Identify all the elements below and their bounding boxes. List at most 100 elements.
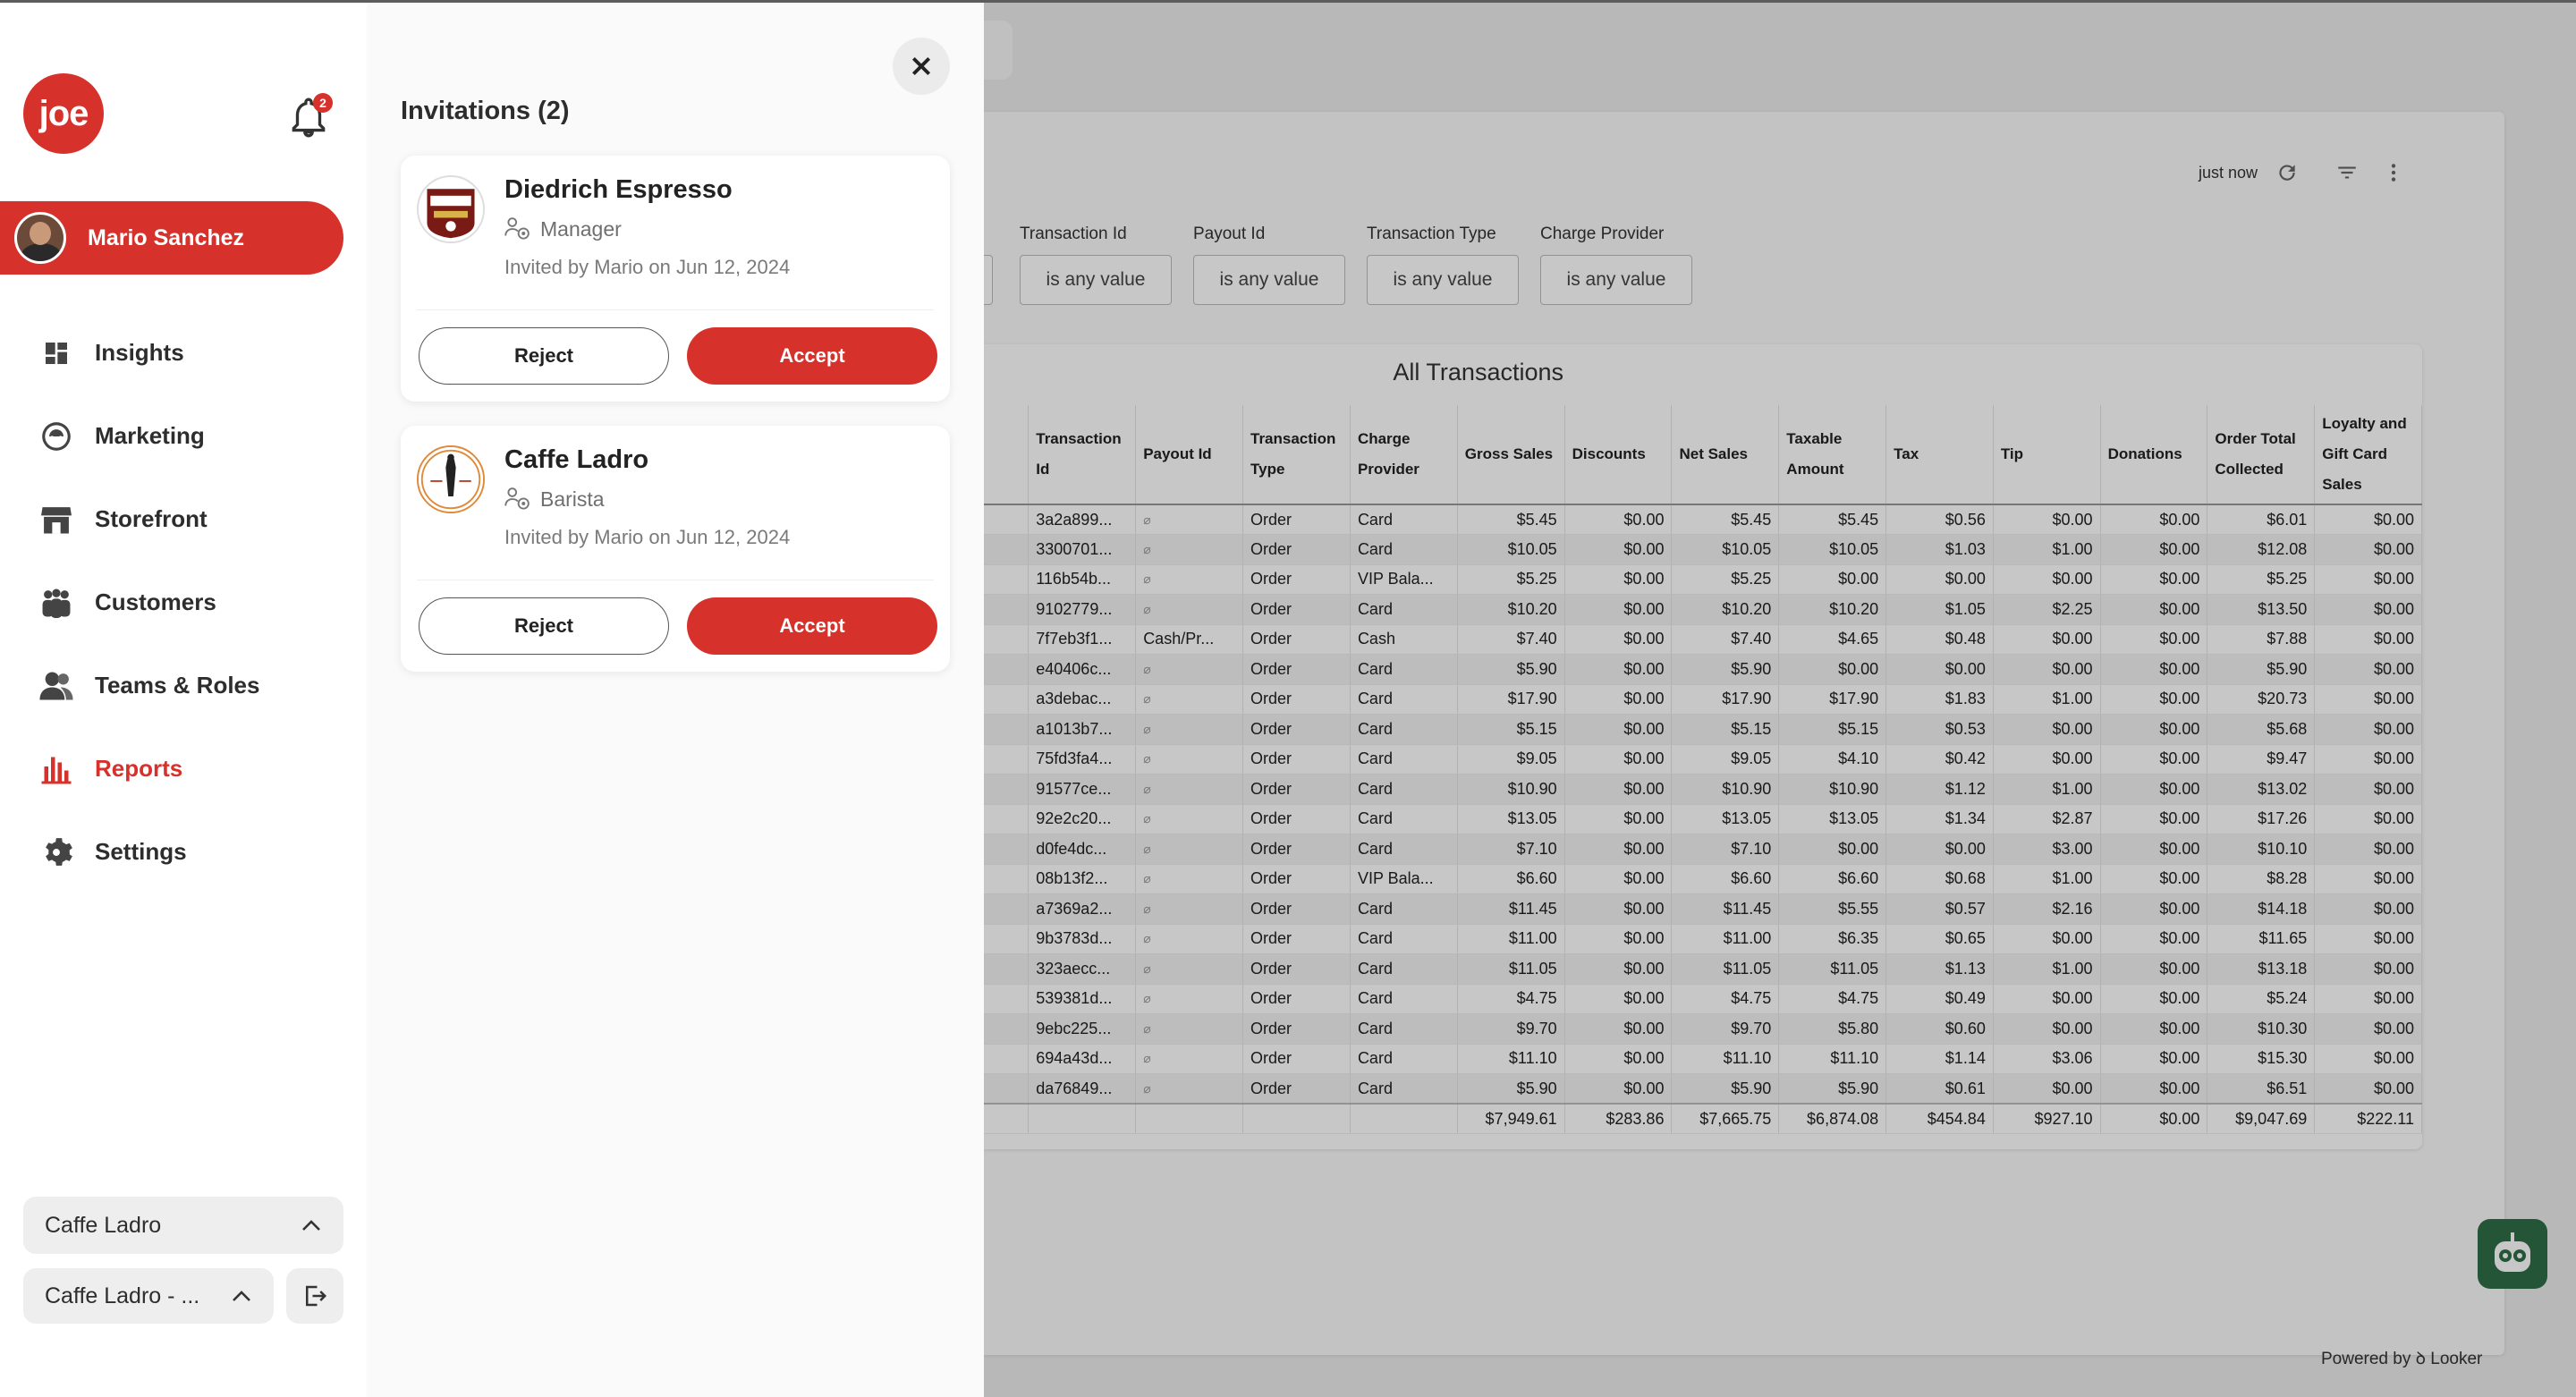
table-row[interactable]: da76849... ⌀ Order Card $5.90 $0.00 $5.90 $5.90… <box>984 1073 2422 1105</box>
column-header[interactable]: Gross Sales <box>1457 405 1565 505</box>
table-row[interactable]: 91577ce... ⌀ Order Card $10.90 $0.00 $10.90 $10… <box>984 774 2422 805</box>
table-cell: $9.05 <box>1671 744 1780 775</box>
column-header[interactable]: Tax <box>1885 405 1994 505</box>
table-row[interactable]: 323aecc... ⌀ Order Card $11.05 $0.00 $11.05 $11… <box>984 953 2422 985</box>
business-select[interactable]: Caffe Ladro <box>23 1197 343 1254</box>
table-cell: $0.00 <box>2100 534 2208 565</box>
sidebar-item-teams-roles[interactable]: Teams & Roles <box>0 644 358 727</box>
table-cell: $0.00 <box>1778 834 1887 865</box>
assistant-bot-button[interactable] <box>2478 1219 2547 1289</box>
column-header[interactable]: Discounts <box>1564 405 1673 505</box>
table-row[interactable]: d0fe4dc... ⌀ Order Card $7.10 $0.00 $7.10 $0.00… <box>984 834 2422 865</box>
column-header[interactable]: Transaction Type <box>1242 405 1351 505</box>
sidebar-item-insights[interactable]: Insights <box>0 311 358 394</box>
table-cell: Card <box>1350 893 1458 925</box>
filter-box-partial[interactable] <box>984 255 993 305</box>
table-cell: $2.16 <box>1993 893 2101 925</box>
more-vertical-icon[interactable] <box>2388 161 2399 184</box>
table-cell: Order <box>1242 774 1351 805</box>
table-cell: $1.00 <box>1993 534 2101 565</box>
sidebar-item-reports[interactable]: Reports <box>0 727 358 810</box>
filter-payout-id[interactable]: is any value <box>1193 255 1345 305</box>
table-row[interactable]: 116b54b... ⌀ Order VIP Bala... $5.25 $0.00 $5.… <box>984 564 2422 595</box>
table-cell: $1.00 <box>1993 774 2101 805</box>
table-cell: $1.14 <box>1885 1044 1994 1074</box>
sidebar-item-storefront[interactable]: Storefront <box>0 478 358 561</box>
table-row[interactable]: 9102779... ⌀ Order Card $10.20 $0.00 $10.20 $10… <box>984 594 2422 625</box>
logout-button[interactable] <box>286 1268 343 1324</box>
table-cell: Card <box>1350 804 1458 834</box>
column-header[interactable]: Payout Id <box>1135 405 1243 505</box>
dropdown-stub[interactable] <box>984 21 1013 80</box>
accept-button[interactable]: Accept <box>687 597 937 655</box>
table-cell-partial <box>984 1013 1030 1045</box>
table-row[interactable]: 7f7eb3f1... Cash/Pr... Order Cash $7.40 $0.00… <box>984 624 2422 655</box>
table-row[interactable]: e40406c... ⌀ Order Card $5.90 $0.00 $5.90 $0.00… <box>984 654 2422 685</box>
table-row[interactable]: a3debac... ⌀ Order Card $17.90 $0.00 $17.90 $17… <box>984 684 2422 715</box>
table-cell: Order <box>1242 684 1351 715</box>
table-row[interactable]: 92e2c20... ⌀ Order Card $13.05 $0.00 $13.05 $13… <box>984 804 2422 834</box>
table-cell: $0.00 <box>2100 594 2208 625</box>
table-cell: $11.10 <box>1671 1044 1780 1074</box>
column-header[interactable]: Donations <box>2100 405 2208 505</box>
table-row[interactable]: 539381d... ⌀ Order Card $4.75 $0.00 $4.75 $4.75… <box>984 984 2422 1014</box>
joe-logo[interactable]: joe <box>23 73 104 154</box>
table-cell: 3300701... <box>1028 534 1137 565</box>
location-select-value: Caffe Ladro - ... <box>45 1283 200 1308</box>
table-cell: $0.00 <box>2100 1013 2208 1045</box>
sidebar-item-settings[interactable]: Settings <box>0 810 358 893</box>
table-cell: $0.60 <box>1885 1013 1994 1045</box>
invitation-card: Caffe Ladro Barista Invited by Mario on … <box>401 426 950 672</box>
sidebar-item-customers[interactable]: Customers <box>0 561 358 644</box>
table-cell: ⌀ <box>1135 924 1243 954</box>
business-name: Caffe Ladro <box>504 445 649 474</box>
table-row[interactable]: 3a2a899... ⌀ Order Card $5.45 $0.00 $5.45 $5.45… <box>984 504 2422 535</box>
table-cell: $0.00 <box>2314 1073 2422 1105</box>
table-cell: $0.00 <box>2314 1013 2422 1045</box>
column-header[interactable]: Tip <box>1993 405 2101 505</box>
table-cell: 539381d... <box>1028 984 1137 1014</box>
table-row[interactable]: 75fd3fa4... ⌀ Order Card $9.05 $0.00 $9.05 $4.1… <box>984 744 2422 775</box>
table-row[interactable]: 3300701... ⌀ Order Card $10.05 $0.00 $10.05 $10… <box>984 534 2422 565</box>
location-select[interactable]: Caffe Ladro - ... <box>23 1268 274 1324</box>
filter-label: Transaction Type <box>1367 224 1496 243</box>
column-header[interactable]: Taxable Amount <box>1778 405 1887 505</box>
table-cell: $0.57 <box>1885 893 1994 925</box>
sidebar-item-marketing[interactable]: Marketing <box>0 394 358 478</box>
sidebar-item-label: Marketing <box>95 422 205 449</box>
filter-transaction-id[interactable]: is any value <box>1020 255 1172 305</box>
filter-charge-provider[interactable]: is any value <box>1540 255 1692 305</box>
table-cell: Order <box>1242 953 1351 985</box>
table-cell: Card <box>1350 834 1458 865</box>
column-header[interactable]: Order Total Collected <box>2207 405 2316 505</box>
table-cell: Order <box>1242 893 1351 925</box>
filter-icon[interactable] <box>2334 161 2360 184</box>
user-profile[interactable]: Mario Sanchez <box>0 201 343 275</box>
table-row[interactable]: 08b13f2... ⌀ Order VIP Bala... $6.60 $0.00 $6.… <box>984 864 2422 894</box>
table-cell: ⌀ <box>1135 834 1243 865</box>
column-header[interactable]: Charge Provider <box>1350 405 1458 505</box>
table-row[interactable]: 9ebc225... ⌀ Order Card $9.70 $0.00 $9.70 $5.80… <box>984 1013 2422 1045</box>
table-cell: Card <box>1350 714 1458 745</box>
table-row[interactable]: a7369a2... ⌀ Order Card $11.45 $0.00 $11.45 $5.… <box>984 893 2422 925</box>
refresh-icon[interactable] <box>2275 161 2299 184</box>
reject-button[interactable]: Reject <box>419 327 669 385</box>
reject-button[interactable]: Reject <box>419 597 669 655</box>
table-row[interactable]: 694a43d... ⌀ Order Card $11.10 $0.00 $11.10 $11… <box>984 1044 2422 1074</box>
close-button[interactable] <box>893 38 950 95</box>
table-cell: $0.00 <box>2314 864 2422 894</box>
table-cell: $0.00 <box>1993 504 2101 535</box>
column-header[interactable]: Loyalty and Gift Card Sales <box>2314 405 2422 505</box>
total-cell <box>1135 1103 1243 1134</box>
table-cell: $6.35 <box>1778 924 1887 954</box>
table-row[interactable]: 9b3783d... ⌀ Order Card $11.00 $0.00 $11.00 $6.… <box>984 924 2422 954</box>
filter-transaction-type[interactable]: is any value <box>1367 255 1519 305</box>
table-cell: $0.00 <box>1885 564 1994 595</box>
table-row[interactable]: a1013b7... ⌀ Order Card $5.15 $0.00 $5.15 $5.15… <box>984 714 2422 745</box>
table-cell: $20.73 <box>2207 684 2316 715</box>
column-header[interactable]: Transaction Id <box>1028 405 1137 505</box>
column-header[interactable]: Net Sales <box>1671 405 1780 505</box>
accept-button[interactable]: Accept <box>687 327 937 385</box>
table-cell: ⌀ <box>1135 714 1243 745</box>
table-cell: $0.00 <box>1564 864 1673 894</box>
